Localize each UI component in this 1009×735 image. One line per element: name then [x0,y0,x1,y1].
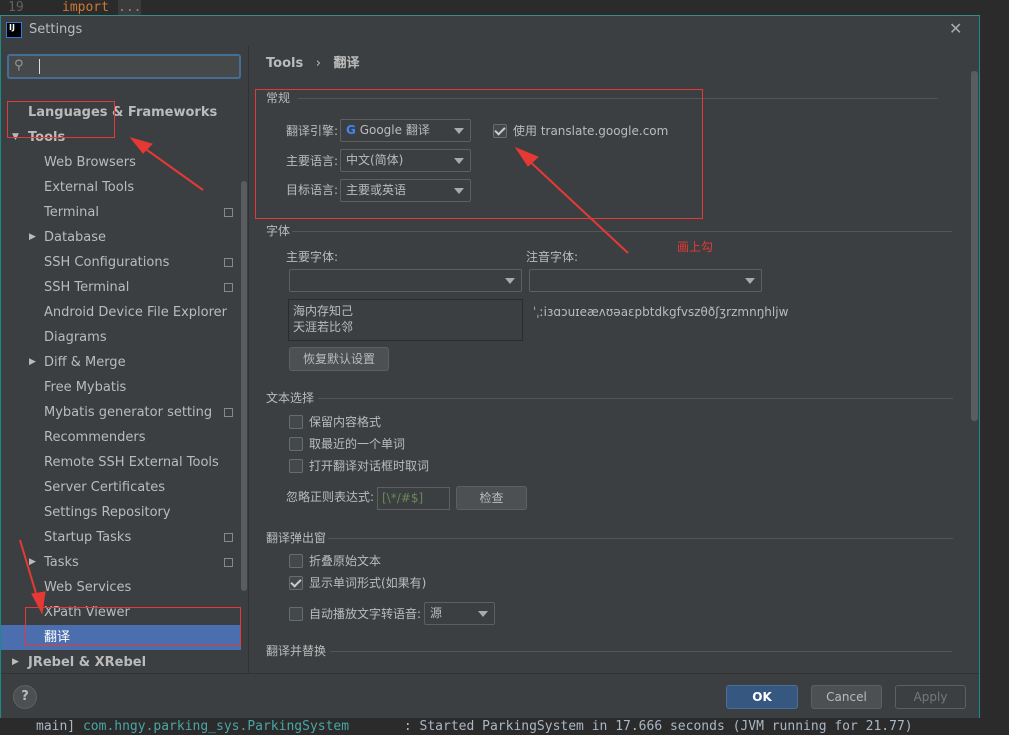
annotation-arrows [19,137,629,615]
arrow-head [514,146,539,167]
arrow-to-translate [19,539,39,601]
arrow-to-tools [139,144,204,191]
arrow-to-checkbox [524,156,629,254]
arrow-head [31,591,46,615]
